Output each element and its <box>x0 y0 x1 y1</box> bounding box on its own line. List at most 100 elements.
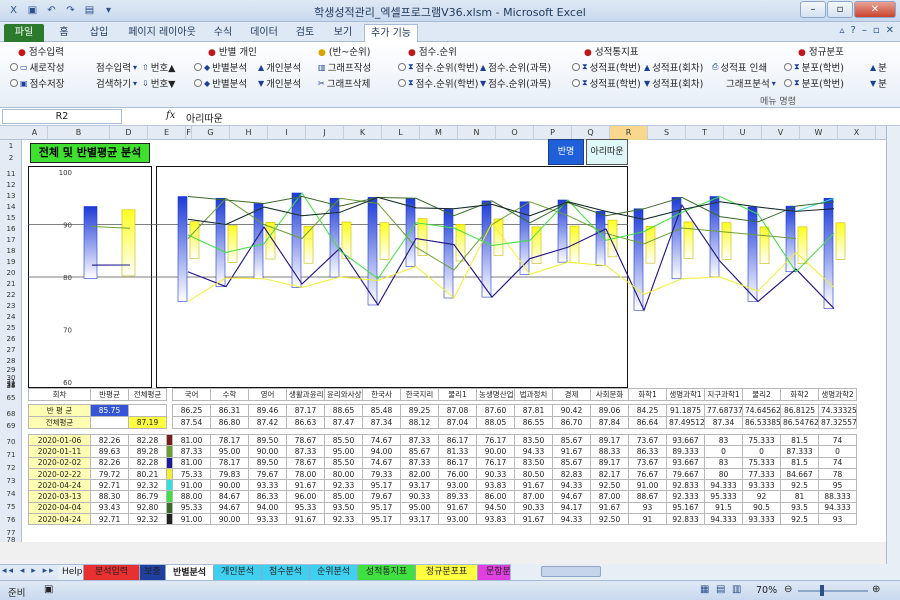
score-cell[interactable]: 94.333 <box>818 501 857 515</box>
column-header-U[interactable]: U <box>724 126 762 140</box>
score-cell[interactable]: 81.33 <box>438 445 477 458</box>
score-cell[interactable]: 91.67 <box>514 513 553 526</box>
score-cell[interactable]: 93.00 <box>438 479 477 492</box>
average-value-cell[interactable]: 87.04 <box>438 416 477 429</box>
zoom-level[interactable]: 70% <box>756 585 777 596</box>
score-cell[interactable]: 92.5 <box>780 513 819 526</box>
score-cell[interactable]: 90.00 <box>476 445 515 458</box>
score-cell[interactable]: 84.67 <box>210 490 249 503</box>
class-analysis-up-button[interactable]: ◆ 반별분석 <box>194 60 247 74</box>
row-header[interactable]: 23 <box>0 302 22 310</box>
score-cell[interactable]: 89.333 <box>666 445 705 458</box>
average-value-cell[interactable]: 87.54 <box>172 416 211 429</box>
score-cell[interactable]: 88.33 <box>590 445 629 458</box>
fx-icon[interactable]: fx <box>166 110 175 121</box>
column-header-S[interactable]: S <box>648 126 686 140</box>
tab-file[interactable]: 파일 <box>4 24 44 42</box>
tab-view[interactable]: 보기 <box>328 24 358 42</box>
average-value-cell[interactable]: 86.8125 <box>780 404 819 417</box>
score-cell[interactable]: 79.67 <box>248 467 287 481</box>
name-box[interactable]: R2 <box>2 109 122 124</box>
row-header[interactable]: 11 <box>0 170 22 178</box>
average-value-cell[interactable]: 86.64 <box>628 416 667 429</box>
class-analysis-down-button[interactable]: ◆ 반별분석 <box>194 76 247 90</box>
sheet-tab[interactable]: 순위분석 <box>310 565 358 580</box>
subject-header-cell[interactable]: 화학1 <box>628 388 667 401</box>
score-cell[interactable]: 92 <box>742 490 781 503</box>
row-header[interactable]: 18 <box>0 247 22 255</box>
score-cell[interactable]: 90.5 <box>742 501 781 515</box>
score-cell[interactable]: 78.00 <box>286 467 325 481</box>
subject-header-cell[interactable]: 법과정치 <box>514 388 553 401</box>
score-cell[interactable]: 85.50 <box>324 433 363 447</box>
column-header-G[interactable]: G <box>192 126 230 140</box>
zoom-slider[interactable] <box>798 590 868 592</box>
date-cell[interactable]: 2020-02-02 <box>28 456 91 469</box>
score-cell[interactable]: 90.33 <box>476 467 515 481</box>
date-cell[interactable]: 2020-01-06 <box>28 433 91 447</box>
score-cell[interactable]: 75.333 <box>742 433 781 447</box>
score-cell[interactable]: 76.17 <box>476 433 515 447</box>
row-header[interactable]: 21 <box>0 280 22 288</box>
column-header-I[interactable]: I <box>268 126 306 140</box>
header-cell[interactable]: 회차 <box>28 388 91 401</box>
date-cell[interactable]: 2020-04-24 <box>28 513 91 526</box>
row-header[interactable]: 20 <box>0 269 22 277</box>
row-header[interactable]: 65 <box>0 394 22 402</box>
score-cell[interactable]: 92.50 <box>590 513 629 526</box>
score-cell[interactable]: 95.167 <box>666 501 705 515</box>
subject-header-cell[interactable]: 국어 <box>172 388 211 401</box>
column-header-Q[interactable]: Q <box>572 126 610 140</box>
column-header-N[interactable]: N <box>458 126 496 140</box>
score-cell[interactable]: 75.33 <box>172 467 211 481</box>
score-cell[interactable]: 83.50 <box>514 456 553 469</box>
score-cell[interactable]: 92.833 <box>666 513 705 526</box>
score-cell[interactable]: 80.00 <box>324 467 363 481</box>
column-header-X[interactable]: X <box>838 126 876 140</box>
minimize-button[interactable]: – <box>800 1 826 18</box>
average-value-cell[interactable]: 88.05 <box>476 416 515 429</box>
tab-page-layout[interactable]: 페이지 레이아웃 <box>122 24 202 42</box>
row-header[interactable]: 1 <box>0 142 22 150</box>
header-cell[interactable]: 반평균 <box>90 388 129 401</box>
score-cell[interactable]: 90.00 <box>210 513 249 526</box>
report-round-up-button[interactable]: ▲ 성적표(회차) <box>644 60 703 75</box>
average-value-cell[interactable]: 87.81 <box>514 404 553 417</box>
score-rank-id-up-button[interactable]: ⧗ 점수.순위(학번) <box>398 60 479 74</box>
page-break-view-icon[interactable]: ▥ <box>732 584 741 595</box>
tab-home[interactable]: 홈 <box>52 24 76 42</box>
personal-analysis-down-button[interactable]: ▼ 개인분석 <box>258 76 301 91</box>
overall-average-cell[interactable]: 80.21 <box>128 467 167 481</box>
score-cell[interactable]: 79.667 <box>666 467 705 481</box>
score-cell[interactable]: 94.333 <box>704 513 743 526</box>
score-cell[interactable]: 92.33 <box>324 513 363 526</box>
score-rank-id-down-button[interactable]: ⧗ 점수.순위(학번) <box>398 76 479 90</box>
score-cell[interactable]: 87.00 <box>590 490 629 503</box>
vertical-scrollbar[interactable] <box>886 126 900 564</box>
overall-average-cell[interactable]: 82.28 <box>128 433 167 447</box>
score-cell[interactable]: 0 <box>704 445 743 458</box>
date-cell[interactable]: 2020-04-04 <box>28 501 91 515</box>
score-cell[interactable]: 95.17 <box>362 479 401 492</box>
score-cell[interactable]: 93.5 <box>780 501 819 515</box>
score-cell[interactable]: 73.67 <box>628 456 667 469</box>
overall-average-cell[interactable] <box>128 404 167 417</box>
sheet-tab[interactable]: 분석입력 <box>84 565 140 580</box>
row-header[interactable]: 35 <box>0 382 22 390</box>
window-min-icon[interactable]: – <box>862 25 867 36</box>
score-cell[interactable]: 89.50 <box>248 456 287 469</box>
score-cell[interactable]: 93.333 <box>742 513 781 526</box>
row-header[interactable]: 68 <box>0 410 22 418</box>
average-value-cell[interactable]: 89.25 <box>400 404 439 417</box>
score-cell[interactable]: 86.17 <box>438 433 477 447</box>
row-header[interactable]: 78 <box>0 536 22 544</box>
score-cell[interactable]: 92.50 <box>590 479 629 492</box>
column-header-A[interactable]: A <box>22 126 48 140</box>
column-header-E[interactable]: E <box>148 126 186 140</box>
score-cell[interactable]: 89.33 <box>438 490 477 503</box>
average-value-cell[interactable]: 90.42 <box>552 404 591 417</box>
score-cell[interactable]: 89.17 <box>590 456 629 469</box>
report-id-down-button[interactable]: ⧗ 성적표(학번) <box>572 76 641 90</box>
column-header-M[interactable]: M <box>420 126 458 140</box>
score-cell[interactable]: 93.33 <box>248 479 287 492</box>
